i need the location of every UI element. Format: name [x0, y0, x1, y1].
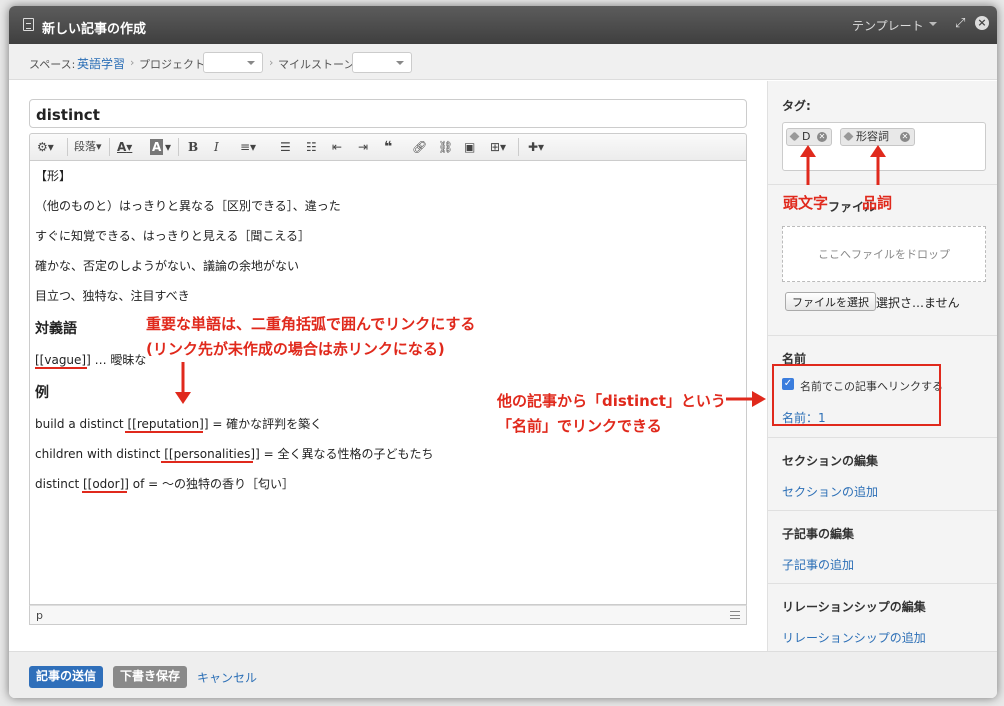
- editor-line: 【形】: [35, 169, 72, 183]
- article-title-input[interactable]: distinct: [29, 99, 747, 128]
- antonym-line: [[vague]] … 曖昧な: [35, 353, 147, 367]
- text-color-button[interactable]: A▾: [117, 139, 132, 155]
- bg-color-label: A: [152, 140, 162, 154]
- milestone-label: マイルストーン: [278, 58, 355, 71]
- annotation-underline: [161, 461, 253, 463]
- outdent-icon[interactable]: ⇤: [332, 139, 342, 155]
- unlink-icon[interactable]: ⛓︎: [438, 139, 453, 155]
- editor-line: 目立つ、独特な、注目すべき: [35, 289, 190, 303]
- annotation-underline: [125, 431, 203, 433]
- chevron-down-icon: [929, 22, 937, 26]
- rich-text-editor[interactable]: 【形】 （他のものと）はっきりと異なる［区別できる］、違った すぐに知覚できる、…: [29, 160, 747, 605]
- space-label: スペース:: [29, 58, 76, 71]
- annotation-name-line1: 他の記事から「distinct」という: [497, 392, 726, 410]
- example-heading: 例: [35, 385, 49, 401]
- cancel-link[interactable]: キャンセル: [197, 669, 257, 686]
- chevron-down-icon: ▾: [165, 140, 172, 154]
- editor-line: 確かな、否定のしようがない、議論の余地がない: [35, 259, 300, 273]
- quote-icon[interactable]: ❝: [384, 139, 392, 155]
- modal-title: 新しい記事の作成: [42, 22, 147, 37]
- project-label: プロジェクト: [139, 58, 205, 71]
- editor-toolbar: ⚙▾ 段落▾ A▾ A ▾ B I ≡▾ ☰ ☷ ⇤ ⇥ ❝ 🔗︎ ⛓︎ ▣ ⊞…: [29, 133, 747, 160]
- indent-icon[interactable]: ⇥: [358, 139, 368, 155]
- annotation-initial: 頭文字: [783, 192, 829, 213]
- breadcrumb: スペース: 英語学習 › プロジェクト › マイルストーン: [9, 44, 997, 80]
- editor-line: すぐに知覚できる、はっきりと見える［聞こえる］: [35, 229, 311, 243]
- element-path: p: [36, 609, 43, 622]
- antonym-heading: 対義語: [35, 321, 77, 337]
- annotation-underline: [35, 367, 87, 369]
- file-drop-zone[interactable]: ここへファイルをドロップ: [782, 226, 986, 282]
- annotation-highlight-box: [772, 364, 941, 426]
- toolbar-divider: [518, 138, 519, 156]
- choose-file-button[interactable]: ファイルを選択: [785, 292, 876, 311]
- bullet-list-icon[interactable]: ☰: [280, 139, 291, 155]
- template-dropdown[interactable]: テンプレート: [852, 17, 924, 34]
- modal-footer: 記事の送信 下書き保存 キャンセル: [9, 651, 997, 698]
- editor-pane: distinct ⚙▾ 段落▾ A▾ A ▾ B I ≡▾ ☰ ☷ ⇤ ⇥ ❝ …: [9, 81, 767, 651]
- italic-button[interactable]: I: [214, 139, 219, 155]
- submit-article-button[interactable]: 記事の送信: [29, 666, 104, 688]
- annotation-pos: 品詞: [862, 194, 893, 212]
- document-icon: [23, 18, 34, 31]
- remove-tag-icon[interactable]: ✕: [817, 132, 827, 142]
- relationship-label: リレーションシップの編集: [782, 600, 926, 614]
- remove-tag-icon[interactable]: ✕: [900, 132, 910, 142]
- expand-icon[interactable]: ⤢: [955, 16, 965, 31]
- text-color-label: A: [117, 140, 127, 154]
- editor-line: （他のものと）はっきりと異なる［区別できる］、違った: [35, 199, 341, 213]
- add-relationship-link[interactable]: リレーションシップの追加: [782, 629, 926, 646]
- breadcrumb-separator: ›: [130, 56, 135, 69]
- tags-input[interactable]: D ✕ 形容詞 ✕: [782, 122, 986, 171]
- paragraph-label: 段落: [74, 140, 96, 153]
- space-link[interactable]: 英語学習: [77, 55, 125, 72]
- child-label: 子記事の編集: [782, 527, 855, 541]
- annotation-underline: [82, 491, 127, 493]
- annotation-wiki-line1: 重要な単語は、二重角括弧で囲んでリンクにする: [146, 315, 476, 333]
- add-section-link[interactable]: セクションの追加: [782, 483, 878, 500]
- toolbar-divider: [67, 138, 68, 156]
- bold-button[interactable]: B: [188, 139, 198, 155]
- annotation-wiki-line2: (リンク先が未作成の場合は赤リンクになる): [146, 340, 445, 358]
- example-line: build a distinct [[reputation]] = 確かな評判を…: [35, 417, 323, 431]
- annotation-name-line2: 「名前」でリンクできる: [497, 417, 662, 435]
- add-child-link[interactable]: 子記事の追加: [782, 556, 854, 573]
- breadcrumb-separator: ›: [269, 56, 274, 69]
- image-icon[interactable]: ▣: [464, 139, 475, 155]
- tag-label: D: [802, 130, 811, 143]
- toolbar-divider: [109, 138, 110, 156]
- resize-handle-icon[interactable]: [730, 611, 740, 619]
- example-line: distinct [[odor]] of = 〜の独特の香り［匂い］: [35, 477, 294, 491]
- tag-chip: 形容詞 ✕: [840, 128, 915, 146]
- tag-chip: D ✕: [786, 128, 832, 146]
- gear-icon[interactable]: ⚙▾: [37, 139, 54, 155]
- link-icon[interactable]: 🔗︎: [412, 139, 427, 155]
- align-icon[interactable]: ≡▾: [240, 139, 256, 155]
- editor-statusbar: p: [29, 605, 747, 625]
- numbered-list-icon[interactable]: ☷: [306, 139, 317, 155]
- save-draft-button[interactable]: 下書き保存: [113, 666, 188, 688]
- paragraph-dropdown[interactable]: 段落▾: [74, 139, 102, 155]
- toolbar-divider: [178, 138, 179, 156]
- project-select[interactable]: [203, 52, 263, 73]
- sections-label: セクションの編集: [782, 454, 879, 468]
- close-icon[interactable]: ×: [975, 16, 989, 30]
- plugin-icon[interactable]: ✚▾: [528, 139, 544, 155]
- modal-titlebar: 新しい記事の作成 テンプレート ⤢ ×: [9, 6, 997, 44]
- milestone-select[interactable]: [352, 52, 412, 73]
- bg-color-button[interactable]: A: [150, 139, 164, 155]
- table-icon[interactable]: ⊞▾: [490, 139, 506, 155]
- tags-label: タグ:: [782, 99, 811, 113]
- file-status: 選択さ…ません: [876, 296, 960, 310]
- example-line: children with distinct [[personalities]]…: [35, 447, 434, 461]
- tag-label: 形容詞: [856, 130, 889, 143]
